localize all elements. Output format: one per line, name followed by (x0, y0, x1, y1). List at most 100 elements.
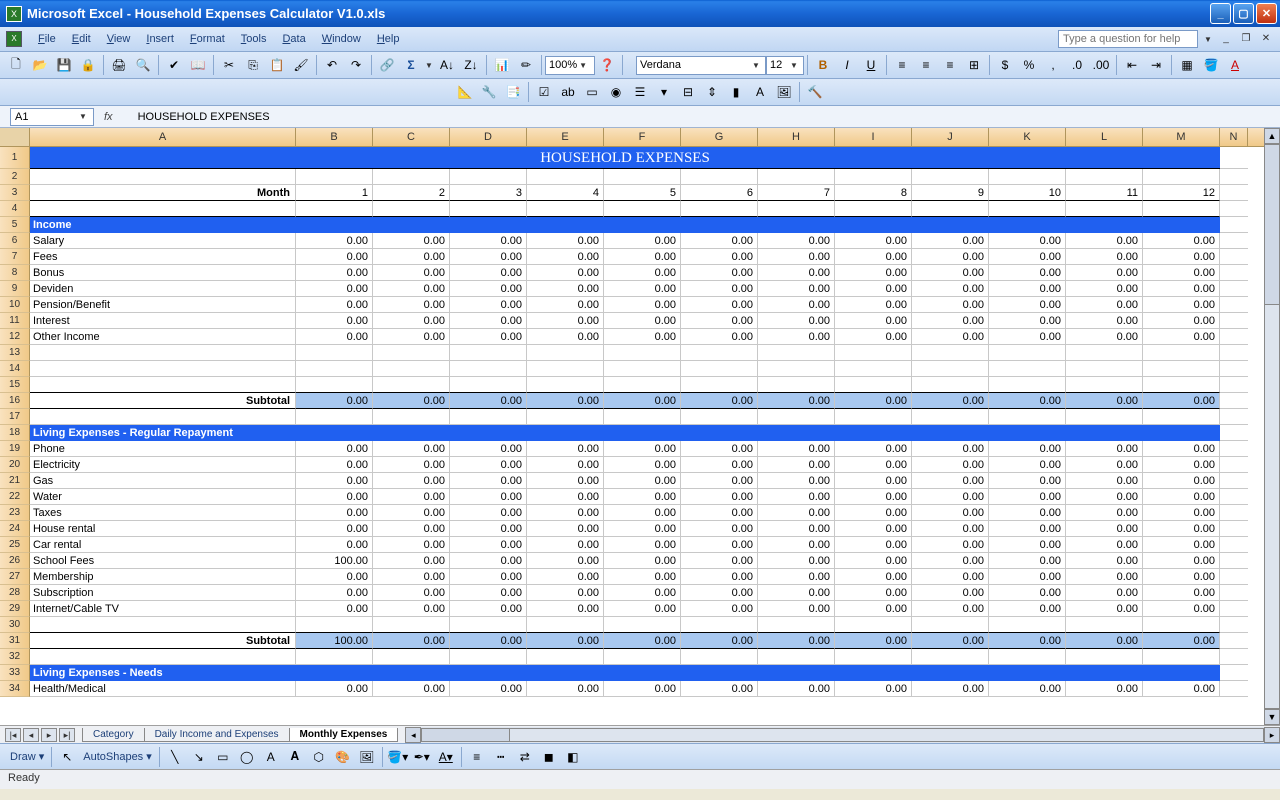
spin-icon[interactable]: ⇕ (701, 81, 723, 103)
row-header[interactable]: 9 (0, 281, 30, 297)
col-header-M[interactable]: M (1143, 128, 1220, 146)
cell[interactable]: 0.00 (758, 441, 835, 457)
cell[interactable]: 0.00 (1066, 313, 1143, 329)
cell[interactable]: 0.00 (1066, 281, 1143, 297)
row-header[interactable]: 31 (0, 633, 30, 649)
cell[interactable]: 0.00 (450, 521, 527, 537)
tab-prev-icon[interactable]: ◂ (23, 728, 39, 742)
cell[interactable]: 0.00 (835, 537, 912, 553)
design-mode-icon[interactable]: 📐 (454, 81, 476, 103)
cell[interactable] (1143, 665, 1220, 681)
zoom-combo[interactable]: 100%▼ (545, 56, 595, 75)
cell[interactable]: 0.00 (527, 681, 604, 697)
cell[interactable] (989, 345, 1066, 361)
cell[interactable]: 9 (912, 185, 989, 201)
cell[interactable]: 0.00 (835, 521, 912, 537)
cell[interactable]: Car rental (30, 537, 296, 553)
cell[interactable]: 0.00 (912, 329, 989, 345)
autoshapes-menu[interactable]: AutoShapes ▾ (79, 750, 156, 763)
cell[interactable] (373, 665, 450, 681)
cell[interactable]: 0.00 (604, 233, 681, 249)
cell[interactable] (296, 169, 373, 185)
cell[interactable] (527, 377, 604, 393)
cell[interactable] (527, 425, 604, 441)
cell[interactable]: 0.00 (681, 265, 758, 281)
scroll-down-icon[interactable]: ▼ (1264, 709, 1280, 725)
table-row[interactable]: 32 (0, 649, 1264, 665)
table-row[interactable]: 13 (0, 345, 1264, 361)
table-row[interactable]: 7Fees0.000.000.000.000.000.000.000.000.0… (0, 249, 1264, 265)
tab-first-icon[interactable]: |◂ (5, 728, 21, 742)
row-header[interactable]: 5 (0, 217, 30, 233)
cell[interactable] (989, 361, 1066, 377)
cell[interactable]: 0.00 (835, 457, 912, 473)
cell[interactable]: 0.00 (1143, 313, 1220, 329)
table-row[interactable]: 26School Fees100.000.000.000.000.000.000… (0, 553, 1264, 569)
cell[interactable]: 0.00 (527, 505, 604, 521)
cell[interactable] (1143, 409, 1220, 425)
cell[interactable] (527, 345, 604, 361)
minimize-button[interactable]: _ (1210, 3, 1231, 24)
cell[interactable] (835, 169, 912, 185)
cell[interactable]: 0.00 (758, 473, 835, 489)
menu-view[interactable]: View (99, 30, 139, 48)
cell[interactable] (912, 217, 989, 233)
cell[interactable]: 0.00 (1066, 585, 1143, 601)
col-header-F[interactable]: F (604, 128, 681, 146)
cell[interactable]: 0.00 (912, 233, 989, 249)
col-header-K[interactable]: K (989, 128, 1066, 146)
cell[interactable]: 0.00 (604, 473, 681, 489)
cell[interactable]: 0.00 (527, 537, 604, 553)
col-header-E[interactable]: E (527, 128, 604, 146)
cell[interactable]: 12 (1143, 185, 1220, 201)
cell[interactable]: 0.00 (527, 553, 604, 569)
cell[interactable] (989, 217, 1066, 233)
table-row[interactable]: 25Car rental0.000.000.000.000.000.000.00… (0, 537, 1264, 553)
cell[interactable]: 0.00 (450, 297, 527, 313)
cell[interactable]: 0.00 (758, 505, 835, 521)
cell[interactable] (681, 361, 758, 377)
cell[interactable] (30, 169, 296, 185)
label-icon[interactable]: A (749, 81, 771, 103)
cell[interactable] (681, 169, 758, 185)
cell[interactable] (1143, 377, 1220, 393)
cell[interactable]: 0.00 (450, 473, 527, 489)
cell[interactable]: 0.00 (681, 393, 758, 409)
cell[interactable]: 0.00 (835, 233, 912, 249)
cell[interactable]: 0.00 (912, 681, 989, 697)
row-header[interactable]: 25 (0, 537, 30, 553)
textbox-icon[interactable]: A (260, 746, 282, 768)
line-style-icon[interactable]: ≡ (466, 746, 488, 768)
cell[interactable] (989, 665, 1066, 681)
cell[interactable]: 0.00 (681, 233, 758, 249)
cell[interactable]: 0.00 (1143, 441, 1220, 457)
cell[interactable] (989, 201, 1066, 217)
cell[interactable]: 0.00 (1143, 505, 1220, 521)
cell[interactable] (835, 425, 912, 441)
table-row[interactable]: 16Subtotal0.000.000.000.000.000.000.000.… (0, 393, 1264, 409)
oval-icon[interactable]: ◯ (236, 746, 258, 768)
table-row[interactable]: 2 (0, 169, 1264, 185)
title-row[interactable]: 1HOUSEHOLD EXPENSES (0, 147, 1264, 169)
cell[interactable] (989, 169, 1066, 185)
help-search-input[interactable] (1058, 30, 1198, 48)
scrollbar-icon[interactable]: ▮ (725, 81, 747, 103)
cell[interactable] (1143, 201, 1220, 217)
cell[interactable]: 0.00 (296, 441, 373, 457)
table-row[interactable]: 17 (0, 409, 1264, 425)
cell[interactable]: 0.00 (296, 233, 373, 249)
col-header-J[interactable]: J (912, 128, 989, 146)
cell[interactable]: Fees (30, 249, 296, 265)
cell[interactable] (912, 201, 989, 217)
cell[interactable]: 0.00 (604, 329, 681, 345)
redo-icon[interactable]: ↷ (345, 54, 367, 76)
cell[interactable]: 0.00 (1143, 569, 1220, 585)
row-header[interactable]: 7 (0, 249, 30, 265)
row-header[interactable]: 21 (0, 473, 30, 489)
cell[interactable]: 0.00 (373, 249, 450, 265)
cell[interactable] (758, 345, 835, 361)
cell[interactable]: 0.00 (681, 457, 758, 473)
cell[interactable] (527, 201, 604, 217)
cell[interactable] (373, 201, 450, 217)
cell[interactable] (681, 201, 758, 217)
